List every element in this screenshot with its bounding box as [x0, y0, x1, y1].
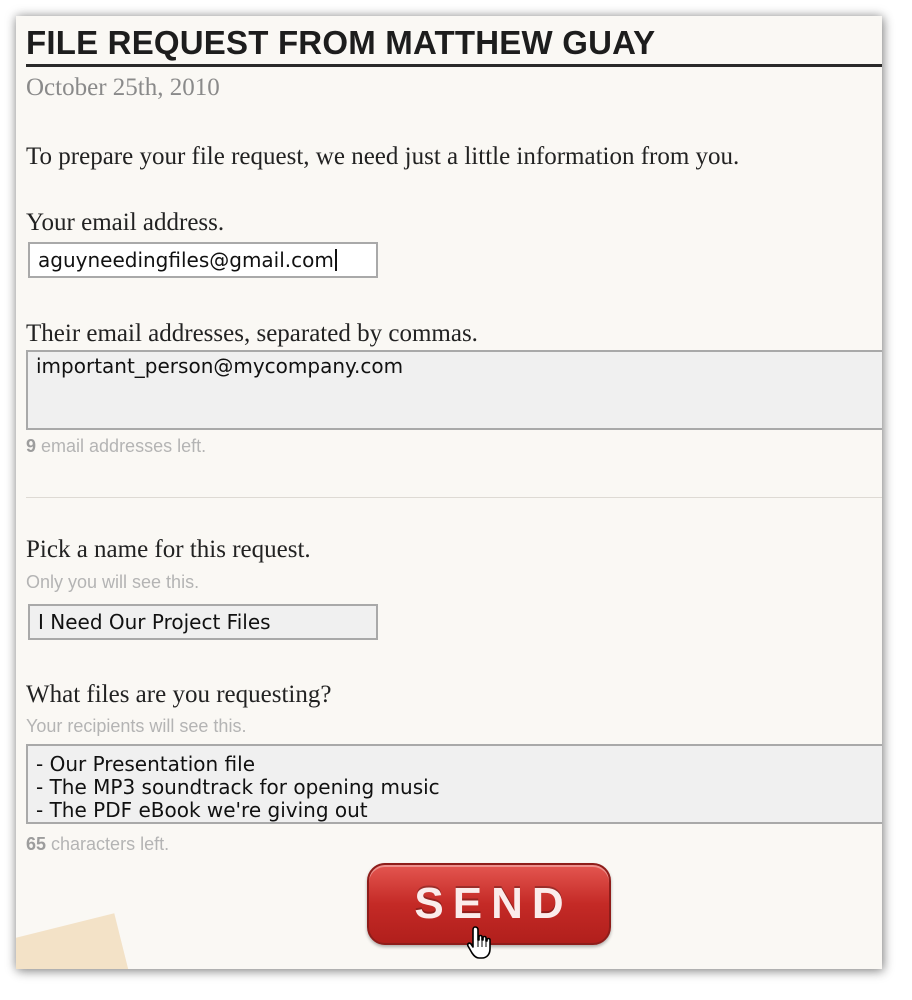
hand-pointer-icon: [466, 926, 491, 959]
send-button-label: SEND: [414, 879, 573, 928]
intro-text: To prepare your file request, we need ju…: [26, 143, 740, 170]
your-email-value: aguyneedingfiles@gmail.com: [38, 248, 334, 272]
files-requested-label: What files are you requesting?: [26, 681, 332, 708]
request-name-hint: Only you will see this.: [26, 572, 200, 592]
text-caret: [334, 249, 337, 271]
characters-remaining-count: 65: [26, 834, 47, 854]
title-divider: [26, 64, 882, 67]
files-requested-field[interactable]: - Our Presentation file - The MP3 soundt…: [26, 744, 882, 824]
characters-remaining-note: 65 characters left.: [26, 834, 169, 855]
section-divider: [26, 497, 882, 498]
their-emails-label: Their email addresses, separated by comm…: [26, 320, 478, 347]
their-emails-field[interactable]: important_person@mycompany.com: [26, 350, 882, 430]
page-title: FILE REQUEST FROM MATTHEW GUAY: [26, 24, 656, 61]
your-email-label: Your email address.: [26, 209, 225, 236]
request-name-field[interactable]: I Need Our Project Files: [28, 604, 378, 640]
file-request-form: FILE REQUEST FROM MATTHEW GUAY October 2…: [16, 16, 882, 969]
characters-remaining-text: characters left.: [46, 834, 170, 854]
emails-remaining-count: 9: [26, 436, 37, 456]
request-name-label: Pick a name for this request.: [26, 536, 311, 563]
your-email-field[interactable]: aguyneedingfiles@gmail.com: [28, 242, 378, 278]
page-corner-decoration: [16, 913, 134, 969]
emails-remaining-text: email addresses left.: [36, 436, 207, 456]
files-requested-hint: Your recipients will see this.: [26, 716, 247, 736]
request-date: October 25th, 2010: [26, 74, 220, 101]
emails-remaining-note: 9 email addresses left.: [26, 436, 206, 457]
